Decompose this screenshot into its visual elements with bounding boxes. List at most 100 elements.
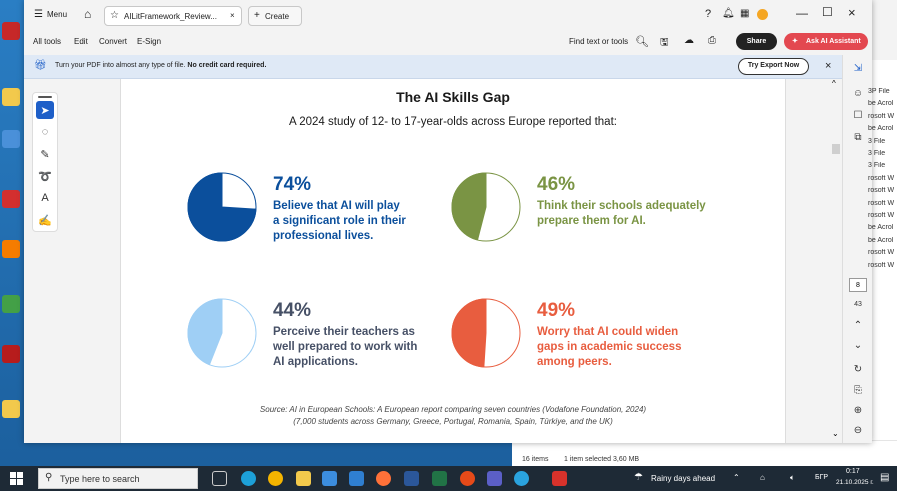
menu-edit[interactable]: Edit	[74, 37, 88, 46]
network-icon[interactable]: ⌂	[760, 473, 765, 482]
find-tools-label[interactable]: Find text or tools	[569, 37, 628, 46]
clock-time[interactable]: 0:17	[846, 468, 860, 475]
home-icon[interactable]: ⌂	[84, 7, 91, 21]
firefox-icon[interactable]	[376, 471, 391, 486]
share-button[interactable]: Share	[736, 33, 777, 50]
select-tool-icon[interactable]: ➤	[36, 101, 54, 119]
stat-line: gaps in academic success	[537, 341, 682, 353]
explorer-file-item[interactable]: be Acrol	[868, 100, 897, 107]
maximize-icon[interactable]: ☐	[822, 5, 833, 19]
explorer-file-item[interactable]: rosoft W	[868, 113, 897, 120]
clock-date[interactable]: 21.10.2025 г.	[836, 479, 874, 486]
explorer-file-item[interactable]: rosoft W	[868, 200, 897, 207]
photos-icon[interactable]	[349, 471, 364, 486]
task-view-icon[interactable]	[212, 471, 227, 486]
quick-tools-rail: ➤ ◌ ✎ ➰ A ✍	[32, 92, 58, 232]
comment-tool-icon[interactable]: ◌	[36, 123, 54, 141]
comments-icon[interactable]: ☺	[851, 88, 865, 99]
explorer-file-item[interactable]: 3 File	[868, 150, 897, 157]
desktop-icon-folder-2[interactable]	[2, 400, 20, 418]
scroll-down-icon[interactable]: ⌄	[832, 429, 839, 438]
acrobat-taskbar-icon[interactable]	[552, 471, 567, 486]
scroll-up-icon[interactable]: ^	[832, 79, 836, 88]
page-down-icon[interactable]: ⌄	[851, 340, 865, 351]
text-tool-icon[interactable]: A	[36, 189, 54, 207]
desktop-icon-app-2[interactable]	[2, 240, 20, 258]
desktop-icon-acrobat-2[interactable]	[2, 190, 20, 208]
desktop-icon-app[interactable]	[2, 130, 20, 148]
sign-tool-icon[interactable]: ✍	[36, 211, 54, 229]
document-viewport[interactable]: The AI Skills Gap A 2024 study of 12- to…	[62, 79, 836, 443]
close-window-icon[interactable]: ×	[848, 5, 856, 20]
rotate-icon[interactable]: ↻	[851, 364, 865, 375]
teams-icon[interactable]	[487, 471, 502, 486]
promo-banner: 🎁︎ Turn your PDF into almost any type of…	[24, 55, 872, 79]
hamburger-icon[interactable]: ☰	[34, 9, 43, 20]
close-tab-icon[interactable]: ×	[230, 11, 235, 20]
store-icon[interactable]	[322, 471, 337, 486]
page-fit-icon[interactable]: ⎘	[851, 385, 865, 396]
weather-text[interactable]: Rainy days ahead	[651, 474, 715, 483]
language-indicator[interactable]: БГР	[815, 474, 828, 481]
lasso-tool-icon[interactable]: ➰	[36, 167, 54, 185]
menu-convert[interactable]: Convert	[99, 37, 127, 46]
volume-icon[interactable]: 🔈︎	[790, 473, 795, 483]
help-icon[interactable]: ?	[705, 8, 711, 20]
zoom-in-icon[interactable]: ⊕	[851, 405, 865, 416]
rail-handle[interactable]	[38, 96, 52, 98]
explorer-file-item[interactable]: be Acrol	[868, 224, 897, 231]
fill-sign-icon[interactable]: ☐	[851, 110, 865, 121]
desktop-icon-acrobat-3[interactable]	[2, 345, 20, 363]
desktop-icon-folder[interactable]	[2, 88, 20, 106]
notifications-icon[interactable]: ▤	[880, 472, 889, 483]
promo-close-icon[interactable]: ×	[825, 60, 831, 72]
page-up-icon[interactable]: ⌃	[851, 320, 865, 331]
desktop-icon-acrobat[interactable]	[2, 22, 20, 40]
edge-icon[interactable]	[241, 471, 256, 486]
explorer-file-item[interactable]: rosoft W	[868, 187, 897, 194]
minimize-icon[interactable]: —	[796, 6, 808, 20]
desktop-icon-app-3[interactable]	[2, 295, 20, 313]
explorer-file-item[interactable]: be Acrol	[868, 237, 897, 244]
excel-icon[interactable]	[432, 471, 447, 486]
explorer-file-item[interactable]: 3P File	[868, 88, 897, 95]
save-icon[interactable]: 🖫	[660, 35, 669, 52]
explorer-file-item[interactable]: rosoft W	[868, 175, 897, 182]
taskbar-search-input[interactable]: ⚲ Type here to search	[38, 468, 198, 489]
vertical-scrollbar[interactable]: ^ ⌄	[830, 79, 842, 443]
chrome-icon[interactable]	[268, 471, 283, 486]
explorer-file-item[interactable]: be Acrol	[868, 125, 897, 132]
explorer-file-item[interactable]: 3 File	[868, 138, 897, 145]
zoom-out-icon[interactable]: ⊖	[851, 425, 865, 436]
explorer-file-item[interactable]: rosoft W	[868, 212, 897, 219]
telegram-icon[interactable]	[514, 471, 529, 486]
tab-document-label: AILitFramework_Review...	[124, 12, 217, 21]
page-number-box[interactable]: 8	[849, 278, 867, 292]
try-export-now-button[interactable]: Try Export Now	[738, 58, 809, 75]
pen-tool-icon[interactable]: ✎	[36, 145, 54, 163]
word-icon[interactable]	[404, 471, 419, 486]
start-button[interactable]	[10, 472, 23, 485]
print-icon[interactable]: ⎙	[708, 35, 716, 46]
explorer-file-item[interactable]: rosoft W	[868, 262, 897, 269]
ask-ai-assistant-button[interactable]: ✦ Ask AI Assistant	[784, 33, 868, 50]
menu-esign[interactable]: E-Sign	[137, 37, 161, 46]
bell-icon[interactable]: 🔔︎	[722, 8, 735, 19]
profile-avatar[interactable]	[757, 9, 768, 20]
upload-cloud-icon[interactable]: ☁	[684, 35, 694, 46]
scroll-thumb[interactable]	[832, 144, 840, 154]
search-icon[interactable]: 🔍︎	[635, 35, 649, 48]
export-pdf-icon[interactable]: ⇲	[851, 63, 865, 74]
pdf-page: The AI Skills Gap A 2024 study of 12- to…	[120, 79, 786, 443]
explorer-file-item[interactable]: rosoft W	[868, 249, 897, 256]
tab-create[interactable]: + Create	[248, 6, 302, 26]
apps-grid-icon[interactable]: ▦	[740, 8, 749, 19]
menu-all-tools[interactable]: All tools	[33, 37, 61, 46]
tab-document[interactable]: ☆ AILitFramework_Review... ×	[104, 6, 242, 26]
tray-chevron-icon[interactable]: ⌃	[733, 473, 740, 482]
pages-icon[interactable]: ⧉	[851, 132, 865, 143]
file-explorer-icon[interactable]	[296, 471, 311, 486]
menu-label[interactable]: Menu	[47, 10, 67, 19]
app-icon-orange[interactable]	[460, 471, 475, 486]
explorer-file-item[interactable]: 3 File	[868, 162, 897, 169]
